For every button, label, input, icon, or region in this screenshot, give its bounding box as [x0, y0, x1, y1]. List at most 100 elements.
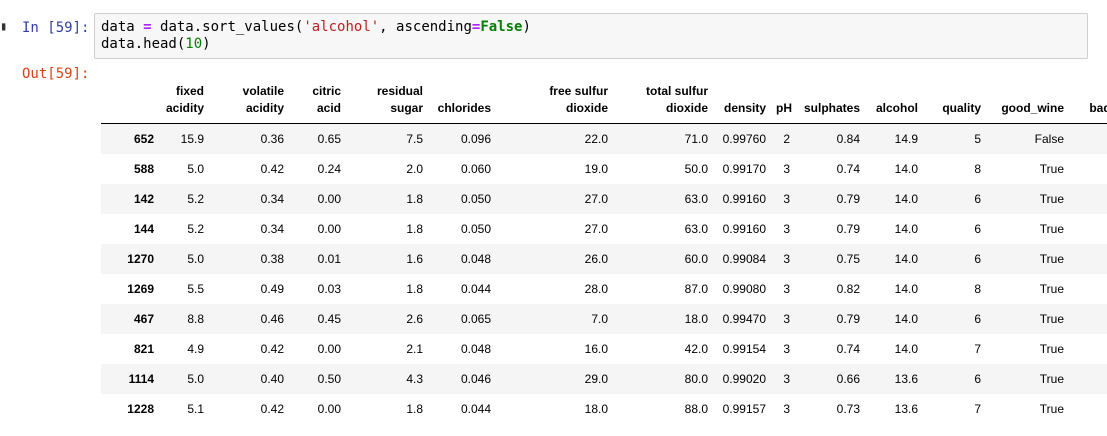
table-cell: 0.048 — [460, 342, 491, 356]
table-cell: 0.45 — [317, 312, 341, 326]
table-cell: 0.096 — [460, 132, 491, 146]
table-cell: 3 — [783, 312, 790, 326]
table-cell: True — [1039, 342, 1064, 356]
table-cell: 3 — [783, 282, 790, 296]
table-cell: 0.38 — [260, 252, 284, 266]
table-cell: 80.0 — [684, 372, 708, 386]
code-line-2: data.head(10) — [101, 36, 211, 52]
table-cell: 0.36 — [260, 132, 284, 146]
table-cell: 1.6 — [406, 252, 423, 266]
column-header: pH — [771, 83, 795, 124]
column-header-text: acid — [316, 101, 341, 115]
column-header-text: dioxide — [665, 101, 708, 115]
table-cell: 18.0 — [684, 312, 708, 326]
column-header: quality — [923, 83, 986, 124]
table-cell: 14.0 — [894, 282, 918, 296]
table-cell: 14.9 — [894, 132, 918, 146]
table-cell: 42.0 — [684, 342, 708, 356]
table-cell: 2.0 — [406, 162, 423, 176]
table-cell: 0.99160 — [722, 222, 766, 236]
table-cell: 5.2 — [187, 222, 204, 236]
table-row: 1228 5.1 0.42 0.00 1.8 0.044 18.0 88.0 0.99157 3 0… — [101, 394, 1107, 424]
table-cell: True — [1039, 312, 1064, 326]
table-cell: 0.65 — [317, 132, 341, 146]
column-header-text: good_wine — [1001, 101, 1064, 115]
table-cell: 3 — [783, 192, 790, 206]
table-cell: 6 — [974, 192, 981, 206]
table-cell: 0.00 — [317, 342, 341, 356]
row-index: 1269 — [127, 282, 154, 296]
table-cell: False — [1069, 334, 1107, 364]
table-cell: 0.044 — [460, 402, 491, 416]
table-row: 652 15.9 0.36 0.65 7.5 0.096 22.0 71.0 0.99760 2 0… — [101, 123, 1107, 154]
table-cell: 63.0 — [684, 192, 708, 206]
table-cell: 0.99760 — [722, 132, 766, 146]
table-cell: 0.060 — [460, 162, 491, 176]
table-header: fixed acidity volatile acidity citric acid res… — [101, 83, 1107, 124]
table-row: 1270 5.0 0.38 0.01 1.6 0.048 26.0 60.0 0.99084 3 0… — [101, 244, 1107, 274]
table-cell: 27.0 — [584, 222, 608, 236]
column-header: density — [713, 83, 771, 124]
table-cell: 29.0 — [584, 372, 608, 386]
row-index: 1114 — [128, 372, 154, 386]
column-header-text: chlorides — [437, 101, 491, 115]
table-cell: 14.0 — [894, 342, 918, 356]
table-cell: 13.6 — [894, 372, 918, 386]
table-cell: 3 — [783, 162, 790, 176]
table-cell: 0.42 — [260, 162, 284, 176]
table-cell: 2.1 — [406, 342, 423, 356]
table-cell: False — [1069, 364, 1107, 394]
table-cell: 0.24 — [317, 162, 341, 176]
table-cell: 0.84 — [836, 132, 860, 146]
table-cell: 63.0 — [684, 222, 708, 236]
table-cell: 0.01 — [317, 252, 341, 266]
table-cell: 2 — [783, 132, 790, 146]
table-cell: 3 — [783, 372, 790, 386]
column-header: bad_wine — [1069, 83, 1107, 124]
table-cell: 0.065 — [460, 312, 491, 326]
cell-collapse-icon[interactable]: ▮ — [0, 19, 10, 33]
column-header-text: pH — [776, 101, 792, 115]
table-row: 142 5.2 0.34 0.00 1.8 0.050 27.0 63.0 0.99160 3 0.… — [101, 184, 1107, 214]
table-cell: 50.0 — [684, 162, 708, 176]
table-cell: False — [1069, 154, 1107, 184]
index-header — [101, 83, 159, 124]
table-cell: 6 — [974, 312, 981, 326]
table-cell: 71.0 — [684, 132, 708, 146]
table-cell: True — [1039, 282, 1064, 296]
column-header-text: citric — [312, 84, 341, 98]
table-row: 1269 5.5 0.49 0.03 1.8 0.044 28.0 87.0 0.99080 3 0… — [101, 274, 1107, 304]
table-cell: 0.66 — [836, 372, 860, 386]
column-header-text: acidity — [165, 101, 204, 115]
table-row: 588 5.0 0.42 0.24 2.0 0.060 19.0 50.0 0.99170 3 0.… — [101, 154, 1107, 184]
table-cell: False — [1069, 394, 1107, 424]
table-cell: 7 — [974, 342, 981, 356]
table-cell: 26.0 — [584, 252, 608, 266]
row-index: 1270 — [127, 252, 154, 266]
table-cell: 5.5 — [187, 282, 204, 296]
table-cell: False — [1034, 132, 1064, 146]
table-cell: 0.34 — [260, 222, 284, 236]
table-cell: 0.73 — [836, 402, 860, 416]
column-header-text: dioxide — [565, 101, 608, 115]
table-cell: 5.2 — [187, 192, 204, 206]
table-cell: 0.050 — [460, 222, 491, 236]
table-cell: 0.46 — [260, 312, 284, 326]
table-cell: 22.0 — [584, 132, 608, 146]
column-header-text: density — [723, 101, 766, 115]
table-cell: 0.99470 — [722, 312, 766, 326]
column-header: residual sugar — [346, 83, 428, 124]
column-header-text: residual — [376, 84, 423, 98]
code-editor[interactable]: data = data.sort_values('alcohol', ascen… — [94, 13, 1088, 59]
table-cell: 14.0 — [894, 312, 918, 326]
column-header-text: free sulfur — [549, 84, 608, 98]
table-cell: 7.0 — [591, 312, 608, 326]
code-line-1: data = data.sort_values('alcohol', ascen… — [101, 19, 531, 35]
table-cell: 0.82 — [836, 282, 860, 296]
table-cell: 4.9 — [187, 342, 204, 356]
table-cell: 18.0 — [584, 402, 608, 416]
table-cell: 5.0 — [187, 252, 204, 266]
table-cell: 0.046 — [460, 372, 491, 386]
table-cell: 3 — [783, 222, 790, 236]
table-cell: 0.99154 — [722, 342, 766, 356]
